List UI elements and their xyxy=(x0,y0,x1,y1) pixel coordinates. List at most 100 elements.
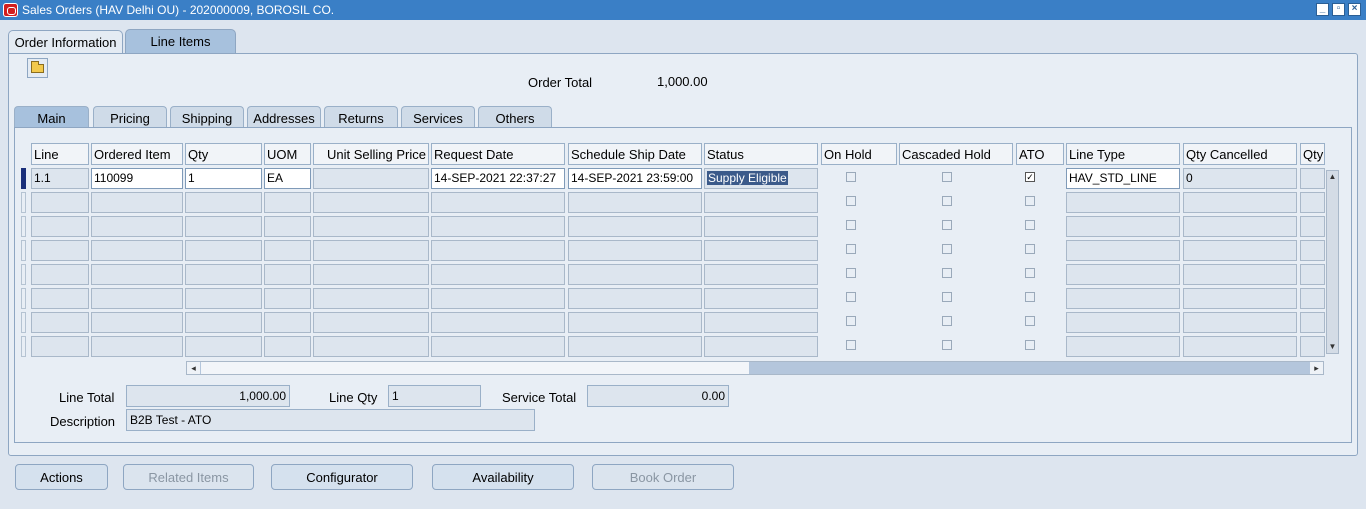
tab-line-items[interactable]: Line Items xyxy=(125,29,236,54)
empty-checkbox[interactable] xyxy=(1025,316,1035,326)
empty-checkbox[interactable] xyxy=(846,268,856,278)
empty-cell[interactable] xyxy=(185,312,262,333)
empty-cell[interactable] xyxy=(1300,336,1325,357)
empty-cell[interactable] xyxy=(431,264,565,285)
row-marker[interactable] xyxy=(21,192,26,213)
empty-cell[interactable] xyxy=(704,312,818,333)
empty-checkbox[interactable] xyxy=(942,340,952,350)
tab-pricing[interactable]: Pricing xyxy=(93,106,167,128)
empty-checkbox[interactable] xyxy=(1025,244,1035,254)
row-marker[interactable] xyxy=(21,312,26,333)
empty-checkbox[interactable] xyxy=(942,268,952,278)
restore-icon[interactable]: ▫ xyxy=(1332,3,1345,16)
empty-cell[interactable] xyxy=(264,216,311,237)
empty-cell[interactable] xyxy=(185,240,262,261)
actions-button[interactable]: Actions xyxy=(15,464,108,490)
empty-cell[interactable] xyxy=(185,288,262,309)
vertical-scrollbar[interactable]: ▲ ▼ xyxy=(1326,170,1339,354)
empty-cell[interactable] xyxy=(31,264,89,285)
empty-cell[interactable] xyxy=(91,312,183,333)
empty-cell[interactable] xyxy=(185,264,262,285)
configurator-button[interactable]: Configurator xyxy=(271,464,413,490)
close-icon[interactable]: × xyxy=(1348,3,1361,16)
empty-checkbox[interactable] xyxy=(942,244,952,254)
empty-checkbox[interactable] xyxy=(942,292,952,302)
empty-cell[interactable] xyxy=(1066,264,1180,285)
empty-cell[interactable] xyxy=(568,192,702,213)
empty-cell[interactable] xyxy=(1066,192,1180,213)
book-order-button[interactable]: Book Order xyxy=(592,464,734,490)
empty-cell[interactable] xyxy=(431,192,565,213)
empty-cell[interactable] xyxy=(313,264,429,285)
row-marker[interactable] xyxy=(21,336,26,357)
empty-cell[interactable] xyxy=(264,336,311,357)
cell-uom[interactable]: EA xyxy=(264,168,311,189)
empty-cell[interactable] xyxy=(1183,336,1297,357)
empty-cell[interactable] xyxy=(91,240,183,261)
empty-cell[interactable] xyxy=(1183,192,1297,213)
tab-order-information[interactable]: Order Information xyxy=(8,30,123,53)
empty-checkbox[interactable] xyxy=(942,196,952,206)
empty-cell[interactable] xyxy=(1183,264,1297,285)
empty-cell[interactable] xyxy=(185,216,262,237)
empty-cell[interactable] xyxy=(1066,240,1180,261)
scroll-up-icon[interactable]: ▲ xyxy=(1327,171,1338,183)
empty-cell[interactable] xyxy=(313,288,429,309)
empty-cell[interactable] xyxy=(313,336,429,357)
empty-cell[interactable] xyxy=(264,288,311,309)
empty-cell[interactable] xyxy=(313,216,429,237)
availability-button[interactable]: Availability xyxy=(432,464,574,490)
empty-checkbox[interactable] xyxy=(942,220,952,230)
empty-cell[interactable] xyxy=(704,216,818,237)
empty-cell[interactable] xyxy=(91,216,183,237)
empty-cell[interactable] xyxy=(568,264,702,285)
empty-checkbox[interactable] xyxy=(846,244,856,254)
empty-cell[interactable] xyxy=(431,336,565,357)
empty-checkbox[interactable] xyxy=(846,196,856,206)
empty-cell[interactable] xyxy=(568,288,702,309)
line-total-field[interactable]: 1,000.00 xyxy=(126,385,290,407)
empty-cell[interactable] xyxy=(264,240,311,261)
description-field[interactable]: B2B Test - ATO xyxy=(126,409,535,431)
empty-cell[interactable] xyxy=(1183,240,1297,261)
empty-cell[interactable] xyxy=(313,240,429,261)
cell-unit-selling-price[interactable] xyxy=(313,168,429,189)
empty-checkbox[interactable] xyxy=(846,292,856,302)
open-folder-button[interactable] xyxy=(27,58,48,78)
empty-cell[interactable] xyxy=(431,240,565,261)
empty-cell[interactable] xyxy=(568,312,702,333)
empty-checkbox[interactable] xyxy=(846,340,856,350)
cell-ordered-item[interactable]: 110099 xyxy=(91,168,183,189)
empty-checkbox[interactable] xyxy=(1025,220,1035,230)
service-total-field[interactable]: 0.00 xyxy=(587,385,729,407)
tab-addresses[interactable]: Addresses xyxy=(247,106,321,128)
empty-cell[interactable] xyxy=(91,288,183,309)
empty-cell[interactable] xyxy=(313,192,429,213)
tab-others[interactable]: Others xyxy=(478,106,552,128)
scroll-down-icon[interactable]: ▼ xyxy=(1327,341,1338,353)
empty-cell[interactable] xyxy=(704,240,818,261)
cascaded-hold-checkbox[interactable] xyxy=(942,172,952,182)
empty-cell[interactable] xyxy=(1183,216,1297,237)
empty-cell[interactable] xyxy=(1066,312,1180,333)
scroll-left-icon[interactable]: ◂ xyxy=(187,362,200,374)
empty-cell[interactable] xyxy=(1300,312,1325,333)
empty-cell[interactable] xyxy=(568,336,702,357)
tab-returns[interactable]: Returns xyxy=(324,106,398,128)
empty-cell[interactable] xyxy=(185,192,262,213)
empty-cell[interactable] xyxy=(91,192,183,213)
empty-cell[interactable] xyxy=(1183,312,1297,333)
cell-qty-2[interactable] xyxy=(1300,168,1325,189)
empty-cell[interactable] xyxy=(1300,288,1325,309)
empty-cell[interactable] xyxy=(91,264,183,285)
empty-checkbox[interactable] xyxy=(846,316,856,326)
empty-cell[interactable] xyxy=(1300,192,1325,213)
line-qty-field[interactable]: 1 xyxy=(388,385,481,407)
empty-cell[interactable] xyxy=(431,288,565,309)
empty-cell[interactable] xyxy=(31,312,89,333)
empty-cell[interactable] xyxy=(568,240,702,261)
empty-cell[interactable] xyxy=(704,288,818,309)
empty-cell[interactable] xyxy=(1066,336,1180,357)
empty-checkbox[interactable] xyxy=(1025,268,1035,278)
empty-cell[interactable] xyxy=(31,240,89,261)
